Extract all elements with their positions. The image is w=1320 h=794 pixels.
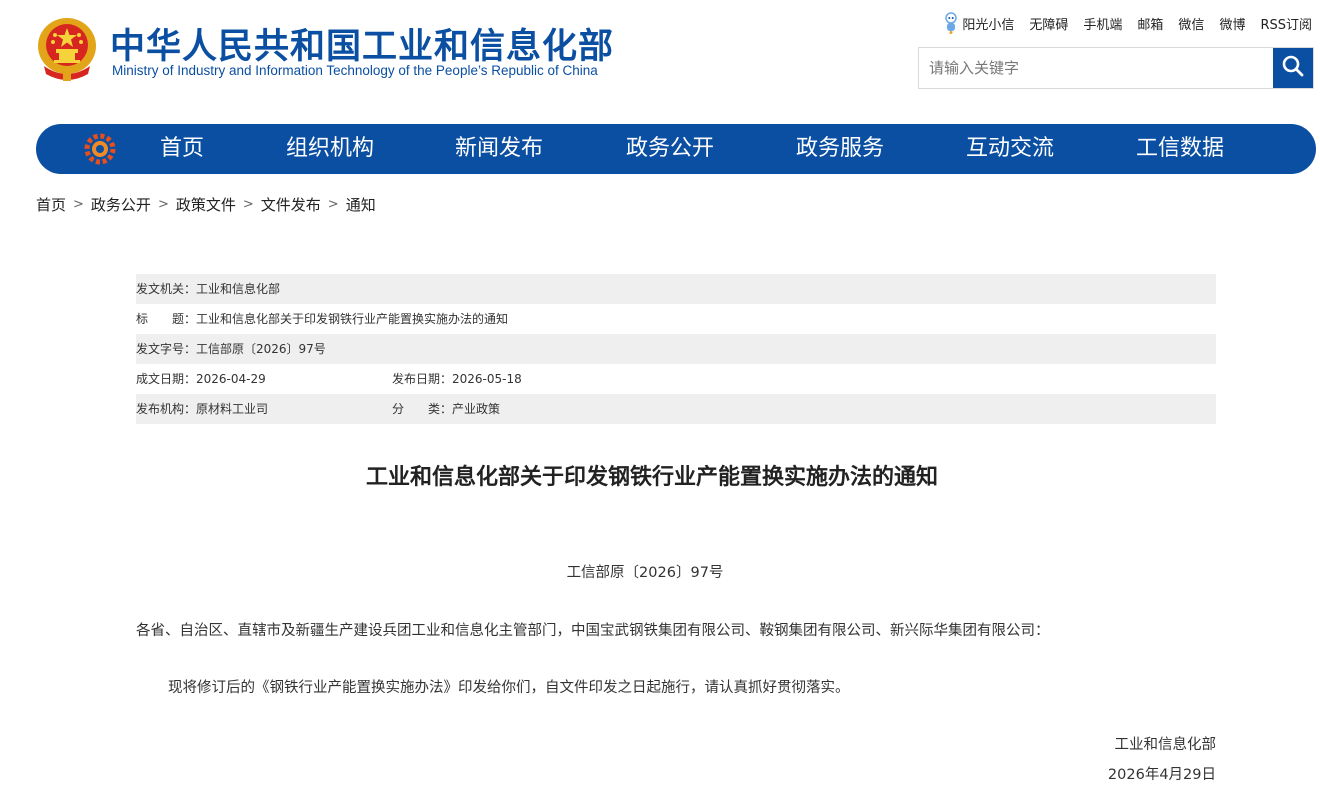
meta-title: 标 题：工业和信息化部关于印发钢铁行业产能置换实施办法的通知: [136, 312, 509, 326]
meta-category: 分 类：产业政策: [392, 402, 501, 416]
document-date: 2026年4月29日: [1107, 767, 1216, 783]
mobile-link[interactable]: 手机端: [1083, 14, 1122, 33]
top-links: 阳光小信 无障碍 手机端 邮箱 微信 微博 RSS订阅: [944, 12, 1312, 34]
document-signature: 工业和信息化部: [1114, 737, 1217, 753]
meta-row: 发文机关：工业和信息化部: [136, 274, 1216, 304]
main-nav: 首页 组织机构 新闻发布 政务公开 政务服务 互动交流 工信数据: [36, 124, 1316, 174]
document-meta-table: 发文机关：工业和信息化部 标 题：工业和信息化部关于印发钢铁行业产能置换实施办法…: [136, 274, 1216, 424]
meta-row: 发文字号：工信部原〔2026〕97号: [136, 334, 1216, 364]
national-emblem-logo: [36, 16, 98, 82]
meta-row: 发布机构：原材料工业司 分 类：产业政策: [136, 394, 1216, 424]
search-icon: [1281, 54, 1305, 82]
accessibility-link[interactable]: 无障碍: [1029, 14, 1068, 33]
sunshine-xiaoxin-label: 阳光小信: [962, 17, 1015, 33]
search-input[interactable]: [919, 48, 1275, 88]
document-recipients: 各省、自治区、直辖市及新疆生产建设兵团工业和信息化主管部门，中国宝武钢铁集团有限…: [136, 623, 1050, 639]
site-subtitle: Ministry of Industry and Information Tec…: [112, 63, 598, 78]
mailbox-link[interactable]: 邮箱: [1137, 14, 1163, 33]
wechat-link[interactable]: 微信: [1178, 14, 1204, 33]
meta-row: 标 题：工业和信息化部关于印发钢铁行业产能置换实施办法的通知: [136, 304, 1216, 334]
breadcrumb-separator: >: [157, 197, 169, 212]
breadcrumb-separator: >: [327, 197, 339, 212]
meta-org: 发布机构：原材料工业司: [136, 402, 269, 416]
meta-issuer: 发文机关：工业和信息化部: [136, 282, 281, 296]
nav-government-affairs[interactable]: 政务公开: [626, 124, 714, 174]
document-body: 现将修订后的《钢铁行业产能置换实施办法》印发给你们，自文件印发之日起施行，请认真…: [168, 680, 850, 696]
miit-gear-logo-icon: [84, 133, 116, 165]
meta-created-date: 成文日期：2026-04-29: [136, 372, 266, 386]
nav-organization[interactable]: 组织机构: [286, 124, 374, 174]
breadcrumb-separator: >: [73, 197, 84, 212]
sunshine-xiaoxin-link[interactable]: 阳光小信: [944, 12, 1014, 34]
document-number: 工信部原〔2026〕97号: [566, 565, 724, 581]
meta-published-date: 发布日期：2026-05-18: [392, 372, 522, 386]
breadcrumb-policy-files[interactable]: 政策文件: [176, 194, 236, 215]
nav-news[interactable]: 新闻发布: [455, 124, 543, 174]
breadcrumb-government-affairs[interactable]: 政务公开: [91, 194, 151, 215]
rss-link[interactable]: RSS订阅: [1260, 14, 1312, 33]
document-title: 工业和信息化部关于印发钢铁行业产能置换实施办法的通知: [365, 465, 938, 490]
breadcrumb: 首页 > 政务公开 > 政策文件 > 文件发布 > 通知: [36, 194, 376, 215]
search-button[interactable]: [1273, 48, 1313, 88]
search-box: [918, 47, 1314, 89]
nav-data[interactable]: 工信数据: [1136, 124, 1224, 174]
robot-assistant-icon: [944, 12, 958, 34]
nav-government-services[interactable]: 政务服务: [796, 124, 884, 174]
nav-home[interactable]: 首页: [160, 124, 204, 174]
breadcrumb-file-release[interactable]: 文件发布: [261, 194, 321, 215]
meta-doc-number: 发文字号：工信部原〔2026〕97号: [136, 342, 326, 356]
nav-interaction[interactable]: 互动交流: [966, 124, 1054, 174]
weibo-link[interactable]: 微博: [1219, 14, 1245, 33]
breadcrumb-notice[interactable]: 通知: [346, 194, 376, 215]
site-title: 中华人民共和国工业和信息化部: [110, 27, 615, 67]
breadcrumb-home[interactable]: 首页: [36, 194, 66, 215]
breadcrumb-separator: >: [242, 197, 254, 212]
meta-row: 成文日期：2026-04-29 发布日期：2026-05-18: [136, 364, 1216, 394]
